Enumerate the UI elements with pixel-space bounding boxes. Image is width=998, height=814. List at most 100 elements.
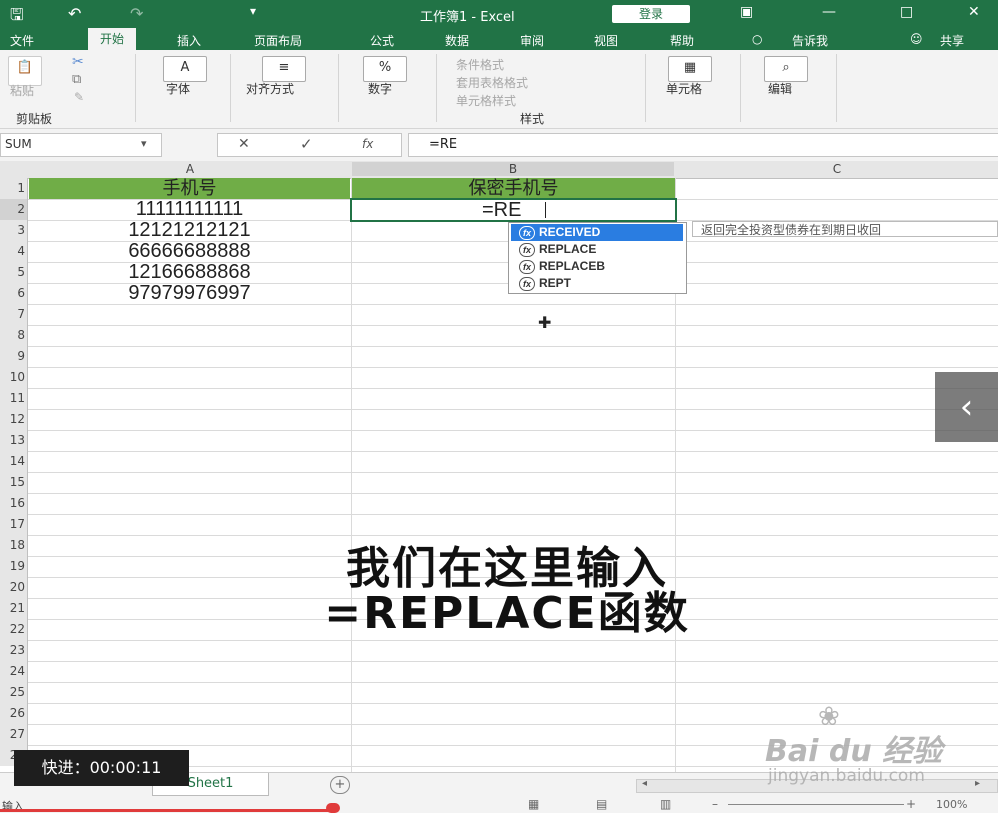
row-header[interactable]: 10 [0, 367, 28, 388]
video-progress-bar[interactable] [0, 809, 338, 812]
cell-a1[interactable]: 手机号 [29, 178, 350, 199]
tab-page-layout[interactable]: 页面布局 [254, 32, 302, 49]
format-as-table-button[interactable]: 套用表格格式 [456, 74, 528, 91]
zoom-out-icon[interactable]: – [712, 797, 718, 811]
cell-b1[interactable]: 保密手机号 [352, 178, 675, 199]
cell-a2[interactable]: 11111111111 [29, 199, 350, 220]
row-gridline [28, 451, 998, 452]
maximize-icon[interactable]: □ [900, 4, 913, 20]
autocomplete-item-replace[interactable]: fx REPLACE [511, 241, 683, 258]
cell-a3[interactable]: 12121212121 [29, 220, 350, 241]
search-icon[interactable]: ⌕ [764, 56, 808, 82]
copy-icon[interactable]: ⧉ [72, 72, 81, 87]
column-header-a[interactable]: A [30, 162, 350, 176]
row-header[interactable]: 14 [0, 451, 28, 472]
formula-bar-area: SUM ▾ ✕ ✓ fx =RE [0, 129, 998, 161]
row-gridline [28, 325, 998, 326]
zoom-in-icon[interactable]: + [906, 797, 916, 811]
scroll-left-icon[interactable]: ◂ [642, 778, 647, 789]
cancel-icon[interactable]: ✕ [238, 136, 250, 152]
row-header[interactable]: 25 [0, 682, 28, 703]
cut-icon[interactable]: ✂ [72, 54, 84, 70]
zoom-slider[interactable] [728, 804, 904, 805]
cell-a5[interactable]: 12166688868 [29, 262, 350, 283]
row-header[interactable]: 27 [0, 724, 28, 745]
align-icon[interactable]: ≡ [262, 56, 306, 82]
tab-file[interactable]: 文件 [10, 32, 34, 49]
scroll-right-icon[interactable]: ▸ [975, 778, 980, 789]
minimize-icon[interactable]: — [822, 4, 836, 20]
name-box[interactable]: SUM ▾ [0, 133, 162, 157]
percent-icon[interactable]: % [363, 56, 407, 82]
tab-data[interactable]: 数据 [445, 32, 469, 49]
row-header[interactable]: 2 [0, 199, 28, 220]
row-header[interactable]: 8 [0, 325, 28, 346]
group-separator [740, 54, 741, 122]
row-header[interactable]: 7 [0, 304, 28, 325]
cell-styles-button[interactable]: 单元格样式 [456, 92, 516, 109]
format-painter-icon[interactable]: ✎ [74, 90, 84, 104]
row-header[interactable]: 4 [0, 241, 28, 262]
undo-icon[interactable]: ↶ [68, 4, 81, 23]
function-icon: fx [519, 276, 535, 291]
row-gridline [28, 388, 998, 389]
row-gridline [28, 430, 998, 431]
row-header[interactable]: 5 [0, 262, 28, 283]
font-icon[interactable]: A [163, 56, 207, 82]
tab-help[interactable]: 帮助 [670, 32, 694, 49]
enter-icon[interactable]: ✓ [300, 135, 313, 153]
row-header[interactable]: 23 [0, 640, 28, 661]
page-layout-view-icon[interactable]: ▤ [596, 797, 607, 811]
normal-view-icon[interactable]: ▦ [528, 797, 539, 811]
progress-handle[interactable] [326, 803, 340, 813]
formula-input[interactable]: =RE [408, 133, 998, 157]
column-header-b[interactable]: B [352, 162, 674, 176]
zoom-level[interactable]: 100% [936, 798, 967, 811]
row-header[interactable]: 24 [0, 661, 28, 682]
tell-me-search[interactable]: 告诉我 [792, 32, 828, 49]
alignment-group-button[interactable]: 对齐方式 [246, 80, 294, 97]
customize-icon[interactable]: ▾ [250, 4, 256, 18]
ribbon-display-icon[interactable]: ▣ [740, 4, 753, 20]
chevron-down-icon[interactable]: ▾ [141, 137, 147, 150]
row-header[interactable]: 12 [0, 409, 28, 430]
column-header-c[interactable]: C [676, 162, 998, 176]
cells-group-button[interactable]: 单元格 [666, 80, 702, 97]
conditional-format-button[interactable]: 条件格式 [456, 56, 504, 73]
row-header[interactable]: 13 [0, 430, 28, 451]
number-group-button[interactable]: 数字 [368, 80, 392, 97]
row-header[interactable]: 9 [0, 346, 28, 367]
redo-icon[interactable]: ↷ [130, 4, 143, 23]
close-icon[interactable]: ✕ [968, 4, 980, 20]
tab-home[interactable]: 开始 [88, 28, 137, 50]
cell-a4[interactable]: 66666688888 [29, 241, 350, 262]
cells-icon[interactable]: ▦ [668, 56, 712, 82]
add-sheet-icon[interactable]: + [330, 776, 350, 794]
row-header[interactable]: 16 [0, 493, 28, 514]
page-break-view-icon[interactable]: ▥ [660, 797, 671, 811]
editing-group-button[interactable]: 编辑 [768, 80, 792, 97]
row-header[interactable]: 6 [0, 283, 28, 304]
row-header[interactable]: 3 [0, 220, 28, 241]
autocomplete-item-received[interactable]: fx RECEIVED [511, 224, 683, 241]
row-header[interactable]: 1 [0, 178, 28, 199]
login-button[interactable]: 登录 [612, 5, 690, 23]
font-group-button[interactable]: 字体 [166, 80, 190, 97]
active-cell-b2[interactable]: =RE [350, 198, 677, 222]
row-header[interactable]: 11 [0, 388, 28, 409]
group-separator [338, 54, 339, 122]
ribbon: 📋 ✂ ⧉ ✎ 粘贴 剪贴板 A 字体 ≡ 对齐方式 % 数字 条件格式 套用表… [0, 50, 998, 129]
row-header[interactable]: 26 [0, 703, 28, 724]
autocomplete-item-rept[interactable]: fx REPT [511, 275, 683, 292]
autocomplete-item-replaceb[interactable]: fx REPLACEB [511, 258, 683, 275]
save-icon[interactable]: 🖫 [10, 4, 24, 31]
row-header[interactable]: 15 [0, 472, 28, 493]
previous-slide-button[interactable]: ‹ [935, 372, 998, 442]
tab-review[interactable]: 审阅 [520, 32, 544, 49]
tab-view[interactable]: 视图 [594, 32, 618, 49]
tab-formulas[interactable]: 公式 [370, 32, 394, 49]
cell-a6[interactable]: 97979976997 [29, 283, 350, 304]
tab-insert[interactable]: 插入 [177, 32, 201, 49]
share-button[interactable]: 共享 [940, 32, 964, 49]
insert-function-icon[interactable]: fx [362, 137, 373, 151]
